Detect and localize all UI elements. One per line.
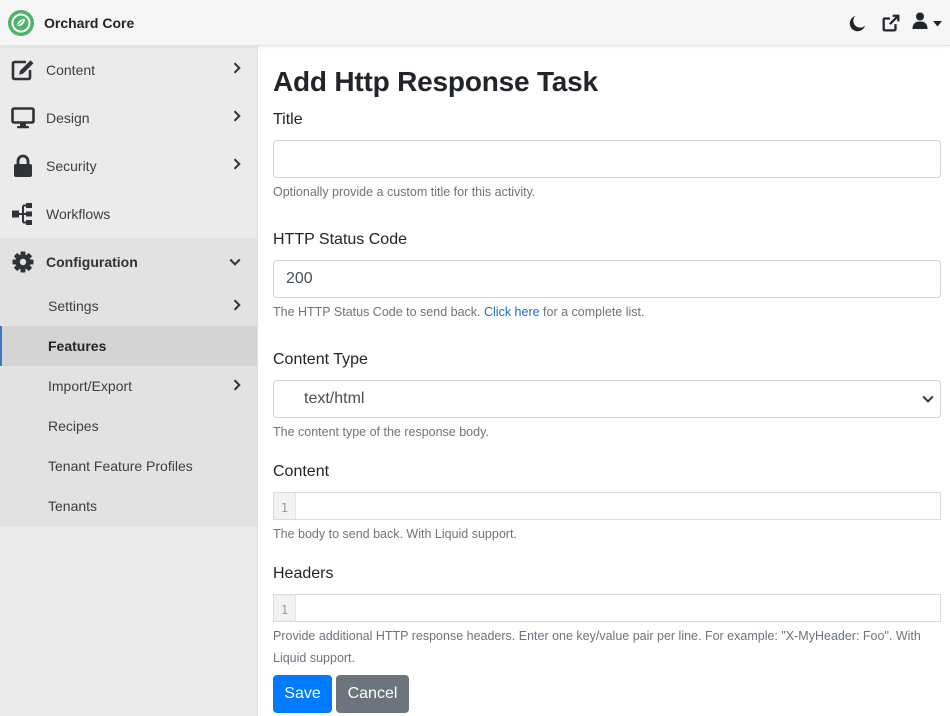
- content-type-label: Content Type: [273, 351, 368, 368]
- chevron-right-icon: [233, 109, 241, 127]
- external-link-icon[interactable]: [876, 8, 906, 38]
- main-content: Add Http Response Task Title Optionally …: [258, 46, 950, 716]
- sidebar-subitem-recipes[interactable]: Recipes: [0, 406, 257, 446]
- cancel-button[interactable]: Cancel: [336, 675, 409, 713]
- sitemap-icon: [0, 202, 46, 226]
- content-type-help: The content type of the response body.: [273, 425, 489, 439]
- configuration-submenu: Settings Features Import/Export Recipes …: [0, 286, 257, 526]
- sidebar: Content Design Security Workflows Config…: [0, 46, 258, 716]
- sidebar-item-label: Design: [46, 110, 90, 126]
- brand[interactable]: Orchard Core: [8, 9, 135, 36]
- sidebar-subitem-label: Tenants: [48, 498, 98, 514]
- chevron-down-icon: [229, 253, 241, 271]
- sidebar-item-content[interactable]: Content: [0, 46, 257, 94]
- save-button[interactable]: Save: [273, 675, 332, 713]
- content-editor[interactable]: 1: [273, 492, 941, 520]
- content-help: The body to send back. With Liquid suppo…: [273, 527, 517, 541]
- form-actions: Save Cancel: [273, 675, 941, 713]
- status-code-help-text: The HTTP Status Code to send back.: [273, 305, 484, 319]
- monitor-icon: [0, 107, 46, 129]
- sidebar-subitem-label: Settings: [48, 298, 99, 314]
- orchard-logo-icon: [8, 9, 34, 36]
- sidebar-subitem-settings[interactable]: Settings: [0, 286, 257, 326]
- sidebar-item-configuration[interactable]: Configuration: [0, 238, 257, 286]
- page-title: Add Http Response Task: [273, 66, 598, 97]
- title-input[interactable]: [273, 140, 941, 178]
- sidebar-subitem-import-export[interactable]: Import/Export: [0, 366, 257, 406]
- edit-icon: [0, 59, 46, 81]
- sidebar-item-label: Workflows: [46, 206, 111, 222]
- sidebar-subitem-tenant-feature-profiles[interactable]: Tenant Feature Profiles: [0, 446, 257, 486]
- cog-icon: [0, 251, 46, 273]
- chevron-right-icon: [233, 298, 241, 314]
- user-menu[interactable]: [912, 12, 942, 34]
- status-code-input[interactable]: 200: [273, 260, 941, 298]
- top-navbar: Orchard Core: [0, 0, 950, 46]
- content-label: Content: [273, 463, 330, 480]
- moon-icon[interactable]: [842, 8, 872, 38]
- line-number: 1: [274, 493, 296, 519]
- sidebar-item-design[interactable]: Design: [0, 94, 257, 142]
- sidebar-subitem-features[interactable]: Features: [0, 326, 257, 366]
- sidebar-item-security[interactable]: Security: [0, 142, 257, 190]
- caret-down-icon: [933, 14, 942, 32]
- sidebar-item-workflows[interactable]: Workflows: [0, 190, 257, 238]
- sidebar-subitem-label: Features: [48, 338, 107, 354]
- sidebar-subitem-label: Tenant Feature Profiles: [48, 458, 193, 474]
- title-help: Optionally provide a custom title for th…: [273, 185, 536, 199]
- content-type-value: text/html: [304, 390, 365, 407]
- title-label: Title: [273, 111, 303, 128]
- user-icon: [912, 12, 928, 34]
- status-code-label: HTTP Status Code: [273, 231, 407, 248]
- headers-label: Headers: [273, 565, 334, 582]
- headers-editor[interactable]: 1: [273, 594, 941, 622]
- chevron-right-icon: [233, 157, 241, 175]
- brand-name: Orchard Core: [44, 14, 135, 31]
- content-type-select[interactable]: text/html: [273, 380, 941, 418]
- status-code-help-text-end: for a complete list.: [539, 305, 645, 319]
- status-code-list-link[interactable]: Click here: [484, 305, 540, 319]
- chevron-down-icon: [922, 390, 934, 408]
- chevron-right-icon: [233, 61, 241, 79]
- sidebar-item-label: Configuration: [46, 254, 138, 270]
- status-code-help: The HTTP Status Code to send back. Click…: [273, 304, 941, 320]
- lock-icon: [0, 154, 46, 178]
- sidebar-item-label: Content: [46, 62, 96, 78]
- sidebar-subitem-label: Recipes: [48, 418, 99, 434]
- sidebar-subitem-tenants[interactable]: Tenants: [0, 486, 257, 526]
- sidebar-subitem-label: Import/Export: [48, 378, 133, 394]
- line-number: 1: [274, 595, 296, 621]
- headers-help: Provide additional HTTP response headers…: [273, 629, 921, 665]
- chevron-right-icon: [233, 378, 241, 394]
- sidebar-item-label: Security: [46, 158, 97, 174]
